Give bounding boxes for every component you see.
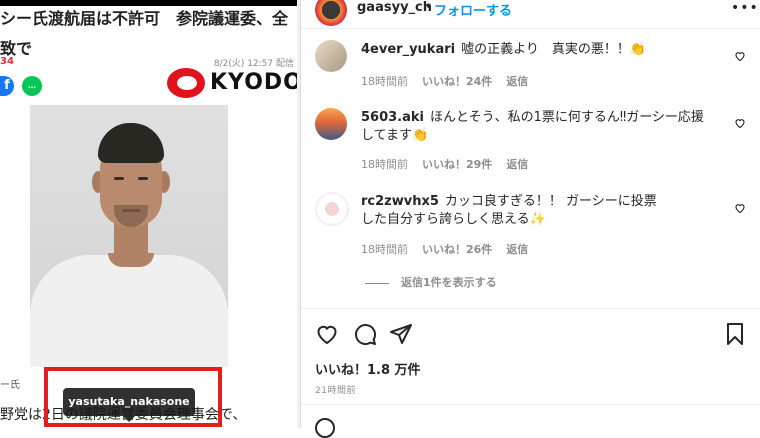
line-share-icon[interactable]: …: [22, 76, 42, 96]
comment-text: 4ever_yukari 嘘の正義より 真実の悪！！👏: [361, 41, 721, 59]
photo-collar: [108, 253, 154, 267]
comment-meta: 18時間前 いいね！29件 返信: [361, 156, 542, 172]
likes-total[interactable]: いいね！1.8 万件: [315, 359, 421, 378]
comment-time: 18時間前: [361, 243, 408, 256]
more-options-icon[interactable]: •••: [731, 0, 759, 16]
comment-likes[interactable]: いいね！24件: [422, 75, 492, 88]
share-icon[interactable]: [389, 322, 413, 346]
heart-icon[interactable]: [315, 322, 339, 346]
photo-caption: ー氏: [0, 380, 20, 391]
comment-body: 嘘の正義より 真実の悪！！👏: [461, 42, 647, 57]
view-replies-line: [365, 282, 389, 284]
facebook-share-icon[interactable]: f: [0, 76, 14, 96]
photo-mouth: [122, 209, 140, 212]
headline-line-1: シー氏渡航届は不許可 参院議運委、全: [0, 9, 289, 28]
article-top-bar: [0, 0, 300, 6]
photo-eye-left: [114, 177, 124, 180]
follow-button[interactable]: フォローする: [434, 0, 512, 19]
commenter-avatar[interactable]: [315, 108, 347, 140]
view-replies-button[interactable]: 返信1件を表示する: [365, 274, 497, 290]
heart-icon[interactable]: [734, 117, 746, 129]
comment-text: rc2zwvhx5 カッコ良すぎる！！ ガーシーに投票した自分すら誇らしく思える✨: [361, 193, 661, 229]
comment-time: 18時間前: [361, 158, 408, 171]
reply-button[interactable]: 返信: [506, 75, 528, 88]
article-meta-count: 34: [0, 56, 14, 67]
comment-text: 5603.aki ほんとそう、私の1票に何するん‼ガーシー応援してます👏: [361, 109, 711, 145]
post-time: 21時間前: [315, 386, 356, 396]
comment-meta: 18時間前 いいね！24件 返信: [361, 73, 542, 89]
heart-icon[interactable]: [734, 50, 746, 62]
article-panel: シー氏渡航届は不許可 参院議運委、全 致で 34 8/2(火) 12:57 配信…: [0, 0, 300, 428]
view-replies-label: 返信1件を表示する: [401, 276, 497, 289]
commenter-avatar[interactable]: [315, 40, 347, 72]
article-date: 8/2(火) 12:57 配信: [213, 59, 294, 69]
photo-shirt: [30, 255, 228, 367]
comment-time: 18時間前: [361, 75, 408, 88]
emoji-icon[interactable]: [315, 418, 335, 438]
article-photo: [30, 105, 228, 367]
bookmark-icon[interactable]: [723, 322, 747, 346]
commenter-username[interactable]: rc2zwvhx5: [361, 194, 439, 209]
kyodo-logo-icon: [167, 68, 205, 98]
user-tag-label[interactable]: yasutaka_nakasone: [63, 388, 195, 422]
kyodo-logo-text: KYODO: [210, 70, 300, 95]
comment-likes[interactable]: いいね！29件: [422, 158, 492, 171]
comment-meta: 18時間前 いいね！26件 返信: [361, 241, 542, 257]
actions-divider: [301, 308, 760, 309]
commenter-avatar[interactable]: [315, 192, 349, 226]
header-separator: •: [425, 0, 433, 15]
instagram-panel: gaasyy_ch • フォローする ••• 4ever_yukari 嘘の正義よ…: [301, 0, 760, 438]
article-headline: シー氏渡航届は不許可 参院議運委、全 致で: [0, 8, 290, 58]
photo-eye-right: [138, 177, 148, 180]
commenter-username[interactable]: 4ever_yukari: [361, 42, 455, 57]
author-avatar[interactable]: [315, 0, 347, 26]
post-header: gaasyy_ch • フォローする •••: [301, 0, 760, 29]
comment-likes[interactable]: いいね！26件: [422, 243, 492, 256]
reply-button[interactable]: 返信: [506, 243, 528, 256]
commenter-username[interactable]: 5603.aki: [361, 110, 424, 125]
heart-icon[interactable]: [734, 202, 746, 214]
author-username[interactable]: gaasyy_ch: [357, 0, 432, 15]
comment-input-divider: [301, 404, 760, 405]
comment-icon[interactable]: [353, 322, 377, 346]
reply-button[interactable]: 返信: [506, 158, 528, 171]
